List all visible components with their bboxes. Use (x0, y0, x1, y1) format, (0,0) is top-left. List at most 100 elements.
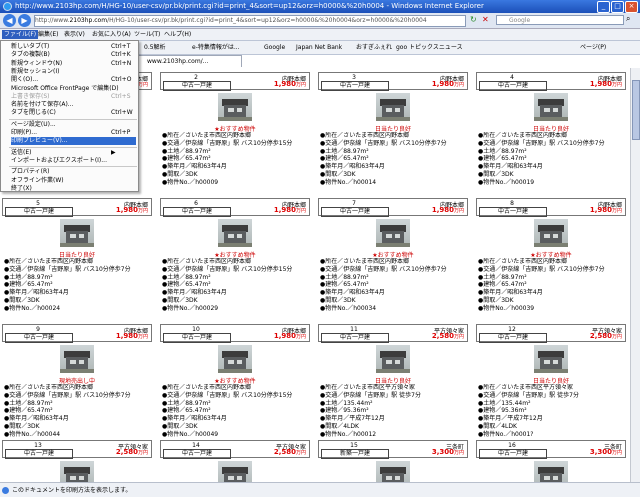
fav-item[interactable]: 0.5解析 (144, 43, 166, 52)
listing-details: ●所在／さいたま市西区内野本郷 ●交通／伊奈線「吉野原」駅 バス10分停歩7分 ●土… (478, 258, 628, 313)
house-photo[interactable] (218, 345, 252, 373)
refresh-icon[interactable]: ↻ (470, 15, 477, 24)
menu-edit[interactable]: 編集(E) (36, 30, 60, 39)
listing-price: 1,980万円 (273, 206, 306, 214)
close-button[interactable]: × (625, 1, 638, 13)
listing-number: 12 (508, 326, 516, 333)
listing-type: 中古一戸建 (479, 207, 547, 217)
minimize-button[interactable]: _ (597, 1, 610, 13)
detail-layout: ●間取／3DK (478, 170, 514, 178)
listing-type: 中古一戸建 (479, 81, 547, 91)
maximize-button[interactable]: □ (611, 1, 624, 13)
url-input[interactable]: http://www.2103hp.com/H/HG-10/user-csv/p… (34, 15, 466, 27)
file-menu-item[interactable]: タブを閉じる(C) Ctrl+W (11, 109, 136, 117)
listing-header: 8 中古一戸建 内野本郷 1,980万円 (476, 198, 626, 217)
detail-access: ●交通／伊奈線「吉野原」駅 バス10分停歩15分 (162, 139, 293, 147)
listing-header: 7 中古一戸建 内野本郷 1,980万円 (318, 198, 468, 217)
vertical-scrollbar[interactable] (630, 68, 640, 482)
menu-file[interactable]: ファイル(F) (2, 30, 39, 39)
house-photo[interactable] (376, 93, 410, 121)
listing-number: 3 (352, 74, 356, 81)
menu-tools[interactable]: ツール(T) (132, 30, 162, 39)
house-photo[interactable] (376, 219, 410, 247)
detail-built: ●築年月／昭和63年4月 (162, 163, 227, 171)
file-menu-item[interactable]: 名前を付けて保存(A)... (11, 101, 136, 109)
house-photo[interactable] (218, 93, 252, 121)
file-menu-item[interactable]: プロパティ(R) (11, 168, 136, 176)
menu-item-shortcut: ▶ (111, 148, 116, 156)
menu-item-label: 終了(X) (11, 184, 32, 192)
search-icon[interactable]: ⌕ (626, 14, 630, 24)
listing-details: ●所在／さいたま市西区内野本郷 ●交通／伊奈線「吉野原」駅 バス10分停歩7分 ●土… (478, 132, 628, 187)
house-photo[interactable] (60, 219, 94, 247)
detail-layout: ●間取／3DK (320, 170, 356, 178)
file-menu-item[interactable]: オフライン作業(W) (11, 177, 136, 185)
menu-item-shortcut: Ctrl+T (111, 43, 131, 50)
listing-number: 9 (36, 326, 40, 333)
menu-item-label: 開く(O)... (11, 76, 39, 84)
detail-address: ●所在／さいたま市西区内野本郷 (4, 384, 94, 391)
stop-icon[interactable]: ✕ (482, 15, 489, 24)
house-photo[interactable] (534, 219, 568, 247)
page-menu-button[interactable]: ページ(P) (580, 43, 606, 52)
listing-number: 4 (510, 74, 514, 81)
detail-address: ●所在／さいたま市西区平方領々家 (478, 384, 574, 391)
file-menu-item[interactable]: タブの複製(B) Ctrl+K (11, 51, 136, 59)
detail-id: ●物件No.／h00014 (320, 178, 377, 186)
file-menu-item[interactable]: 送信(E) ▶ (11, 149, 136, 157)
fav-item[interactable]: Google (264, 43, 285, 52)
house-photo[interactable] (534, 93, 568, 121)
file-menu-item[interactable]: 印刷プレビュー(V)... (11, 137, 136, 146)
fav-item[interactable]: e-特集情報がは... (192, 43, 240, 52)
menu-favorites[interactable]: お気に入り(A) (90, 30, 133, 39)
detail-id: ●物件No.／h00024 (4, 304, 61, 312)
file-menu-item[interactable]: Microsoft Office FrontPage で編集(D) (11, 85, 136, 93)
forward-button[interactable]: ▶ (18, 14, 31, 27)
listing-price: 2,580万円 (431, 332, 464, 340)
listing-header: 3 中古一戸建 内野本郷 1,980万円 (318, 72, 468, 91)
file-menu-item[interactable]: 終了(X) (11, 185, 136, 193)
file-menu-item[interactable]: ページ設定(U)... (11, 121, 136, 129)
menu-item-label: プロパティ(R) (11, 168, 50, 176)
back-button[interactable]: ◀ (3, 14, 16, 27)
browser-tab[interactable]: www.2103hp.com/... (132, 55, 242, 67)
menu-item-label: 新規セッション(I) (11, 67, 60, 75)
house-photo[interactable] (534, 461, 568, 482)
menu-help[interactable]: ヘルプ(H) (162, 30, 193, 39)
menu-view[interactable]: 表示(V) (62, 30, 87, 39)
detail-built: ●築年月／昭和63年4月 (4, 289, 69, 297)
file-menu-item[interactable]: 開く(O)... Ctrl+O (11, 76, 136, 84)
detail-id: ●物件No.／h00029 (162, 304, 219, 312)
fav-item[interactable]: Japan Net Bank (296, 43, 342, 52)
file-menu-item[interactable]: インポートおよびエクスポート(I)... (11, 157, 136, 165)
house-photo[interactable] (534, 345, 568, 373)
listing-price: 1,980万円 (589, 206, 622, 214)
menu-item-label: 新しいタブ(T) (11, 43, 50, 50)
detail-address: ●所在／さいたま市西区内野本郷 (320, 258, 410, 265)
house-photo[interactable] (376, 345, 410, 373)
file-menu-item[interactable]: 印刷(P)... Ctrl+P (11, 129, 136, 137)
listing-header: 5 中古一戸建 内野本郷 1,980万円 (2, 198, 152, 217)
detail-id: ●物件No.／h00009 (162, 178, 219, 186)
title-bar: http://www.2103hp.com/H/HG-10/user-csv/p… (0, 0, 640, 13)
listing-details: ●所在／さいたま市西区内野本郷 ●交通／伊奈線「吉野原」駅 バス10分停歩7分 ●土… (320, 258, 470, 313)
house-photo[interactable] (218, 461, 252, 482)
listing-header: 15 新築一戸建 三条町 3,300万円 (318, 440, 468, 459)
menu-item-label: 印刷(P)... (11, 129, 38, 136)
house-photo[interactable] (60, 461, 94, 482)
fav-item[interactable]: おすぎふぇれ (356, 43, 392, 52)
house-photo[interactable] (218, 219, 252, 247)
detail-access: ●交通／伊奈線「吉野原」駅 徒歩7分 (320, 391, 421, 399)
fav-item[interactable]: goo トピックスニュース (396, 43, 463, 52)
house-photo[interactable] (376, 461, 410, 482)
listing-number: 10 (192, 326, 200, 333)
detail-built: ●築年月／昭和63年4月 (478, 289, 543, 297)
menu-item-shortcut: Ctrl+O (111, 76, 132, 84)
file-menu-item[interactable]: 新規セッション(I) (11, 68, 136, 76)
scrollbar-thumb[interactable] (632, 80, 640, 140)
house-photo[interactable] (60, 345, 94, 373)
window-title: http://www.2103hp.com/H/HG-10/user-csv/p… (15, 2, 484, 10)
search-input[interactable]: Google (496, 15, 624, 25)
file-menu-item[interactable]: 新しいタブ(T) Ctrl+T (11, 43, 136, 51)
file-menu-item[interactable]: 新規ウィンドウ(N) Ctrl+N (11, 60, 136, 68)
